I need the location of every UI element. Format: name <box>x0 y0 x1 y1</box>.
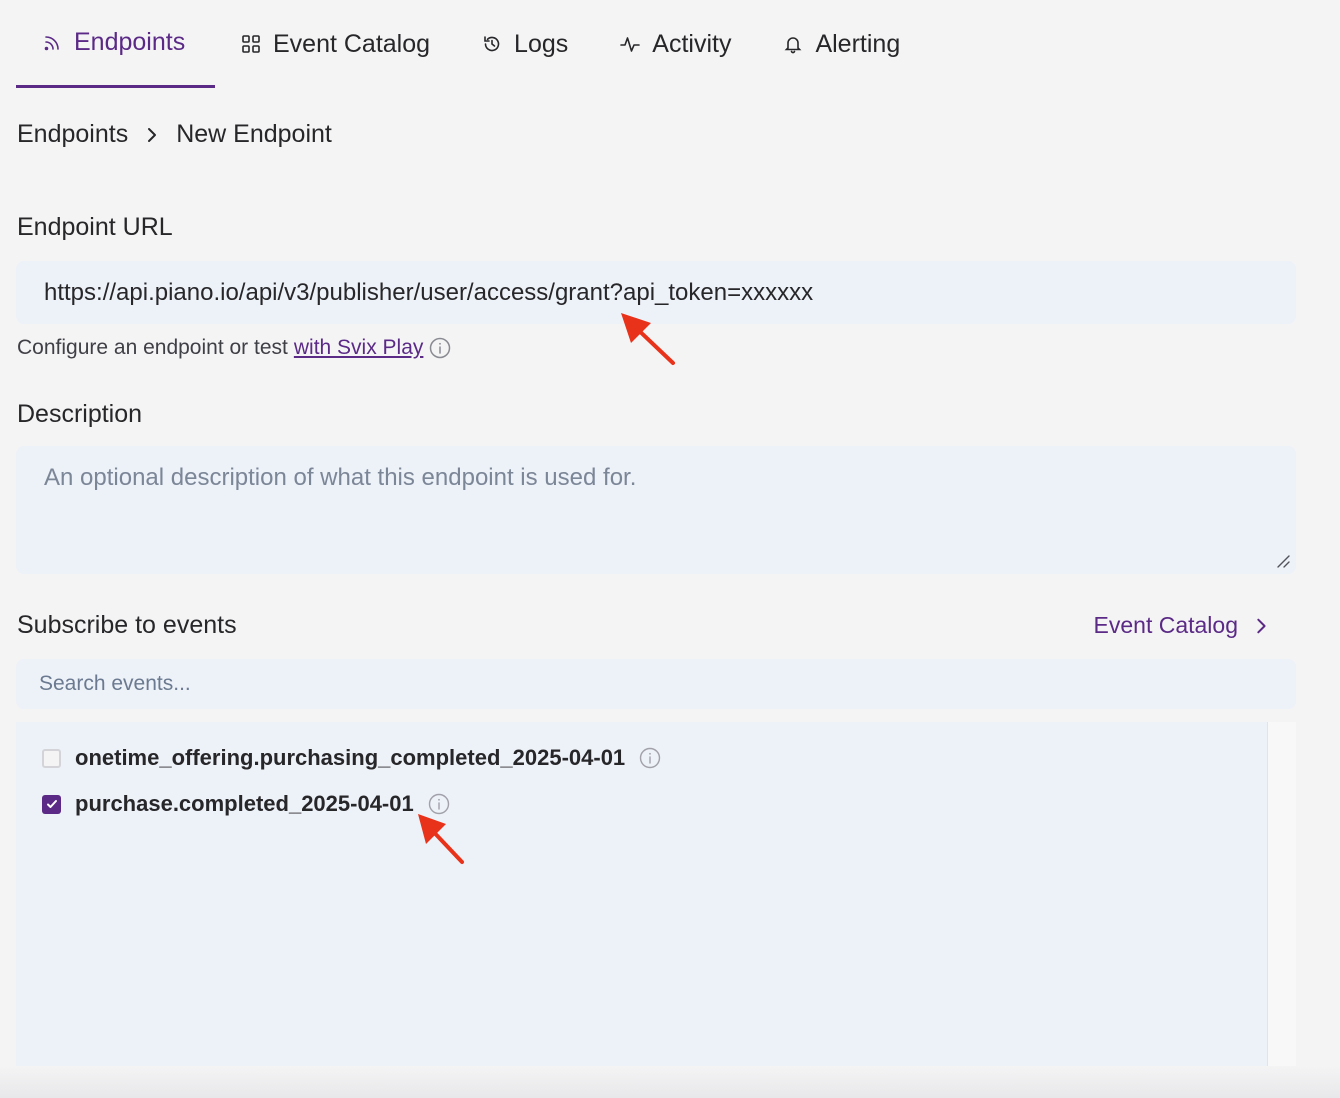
tab-alerting-label: Alerting <box>815 29 901 58</box>
rss-icon <box>44 35 59 50</box>
history-icon <box>484 36 500 52</box>
tab-bar: Endpoints Event Catalog Logs Activity Al… <box>16 0 926 88</box>
endpoint-url-label: Endpoint URL <box>17 213 173 241</box>
chevron-right-icon <box>148 127 157 142</box>
event-catalog-link-label: Event Catalog <box>1093 612 1238 638</box>
description-label: Description <box>17 400 143 428</box>
check-icon <box>46 800 57 808</box>
annotation-arrow-icon <box>621 313 675 365</box>
bell-icon <box>785 37 802 54</box>
chevron-right-icon <box>1257 618 1266 633</box>
event-checkbox[interactable] <box>42 794 61 814</box>
event-item[interactable]: onetime_offering.purchasing_completed_20… <box>42 745 661 771</box>
endpoint-url-helper: Configure an endpoint or test with Svix … <box>17 336 451 360</box>
tab-logs[interactable]: Logs <box>456 0 594 88</box>
helper-text: Configure an endpoint or test <box>17 336 288 359</box>
tab-event-catalog[interactable]: Event Catalog <box>215 0 456 88</box>
tab-endpoints[interactable]: Endpoints <box>16 0 215 88</box>
info-icon[interactable] <box>639 747 661 769</box>
activity-icon <box>620 37 641 52</box>
breadcrumb-current: New Endpoint <box>176 120 332 148</box>
search-events-placeholder: Search events... <box>39 672 191 695</box>
breadcrumb: Endpoints New Endpoint <box>17 120 332 149</box>
endpoint-url-value: https://api.piano.io/api/v3/publisher/us… <box>44 278 814 306</box>
tab-alerting[interactable]: Alerting <box>757 0 926 88</box>
breadcrumb-endpoints-link[interactable]: Endpoints <box>17 120 128 149</box>
event-catalog-link[interactable]: Event Catalog <box>1094 612 1270 639</box>
tab-activity-label: Activity <box>652 29 732 58</box>
events-scrollbar[interactable] <box>1267 722 1296 1067</box>
annotation-arrow-icon <box>418 814 464 864</box>
tab-logs-label: Logs <box>514 29 569 58</box>
description-textarea[interactable]: An optional description of what this end… <box>16 446 1296 574</box>
search-events-input[interactable]: Search events... <box>16 659 1296 709</box>
event-name: onetime_offering.purchasing_completed_20… <box>75 745 626 770</box>
subscribe-label: Subscribe to events <box>17 611 237 639</box>
svix-play-link[interactable]: with Svix Play <box>294 336 424 360</box>
resize-handle-icon[interactable] <box>1276 554 1290 568</box>
event-checkbox[interactable] <box>42 748 61 768</box>
tab-event-catalog-label: Event Catalog <box>273 29 431 58</box>
tab-endpoints-label: Endpoints <box>74 28 186 56</box>
tab-activity[interactable]: Activity <box>594 0 757 88</box>
info-icon[interactable] <box>429 337 451 359</box>
bottom-fade <box>0 1066 1340 1098</box>
event-name: purchase.completed_2025-04-01 <box>75 791 414 816</box>
description-placeholder: An optional description of what this end… <box>44 464 637 491</box>
events-list: onetime_offering.purchasing_completed_20… <box>16 722 1296 1067</box>
grid-icon <box>242 35 260 53</box>
event-item[interactable]: purchase.completed_2025-04-01 <box>42 791 450 817</box>
